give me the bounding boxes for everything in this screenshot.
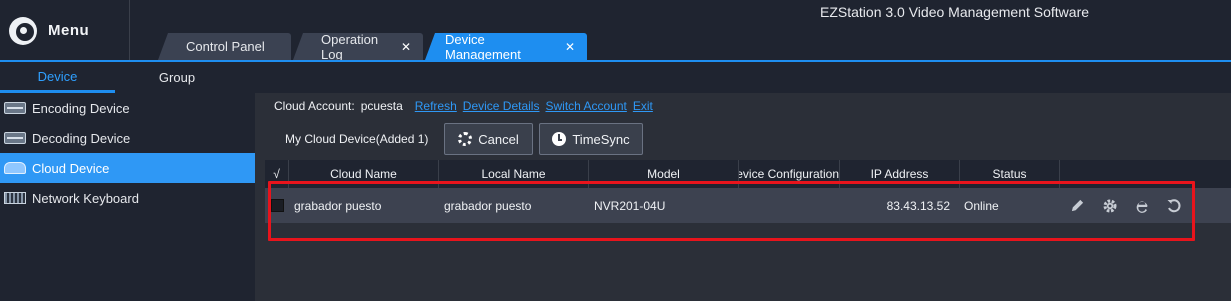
close-icon[interactable]: ✕ (565, 40, 575, 54)
switch-account-link[interactable]: Switch Account (545, 99, 626, 113)
tab-label: Control Panel (186, 39, 265, 54)
tab-group[interactable]: Group (118, 62, 236, 93)
refresh-link[interactable]: Refresh (415, 99, 457, 113)
tab-device-management[interactable]: Device Management ✕ (425, 33, 587, 60)
menu-button[interactable]: Menu (0, 0, 130, 61)
highlight-box (268, 181, 1195, 241)
timesync-button[interactable]: TimeSync (539, 123, 643, 155)
keyboard-icon (4, 192, 26, 204)
sidebar-item-label: Network Keyboard (32, 190, 139, 206)
clock-icon (552, 132, 567, 146)
close-icon[interactable]: ✕ (401, 40, 411, 54)
sidebar-item-encoding-device[interactable]: Encoding Device (0, 93, 255, 123)
timesync-button-label: TimeSync (572, 131, 630, 147)
title-bar: Menu EZStation 3.0 Video Management Soft… (0, 0, 1231, 62)
sidebar-item-label: Cloud Device (32, 160, 110, 176)
decoding-device-icon (4, 132, 26, 144)
cloud-account-bar: Cloud Account: pcuesta Refresh Device De… (274, 99, 653, 113)
app-title: EZStation 3.0 Video Management Software (820, 4, 1090, 20)
sidebar-item-label: Encoding Device (32, 100, 130, 116)
tab-label: Device Management (445, 31, 521, 62)
cloud-account-user: pcuesta (360, 99, 403, 113)
sidebar-item-cloud-device[interactable]: Cloud Device (0, 153, 255, 183)
device-count-label: My Cloud Device(Added 1) (285, 132, 429, 146)
cloud-device-icon (4, 162, 26, 174)
cloud-account-label: Cloud Account: (274, 99, 355, 113)
exit-link[interactable]: Exit (633, 99, 653, 113)
tab-label: Operation Log (321, 31, 379, 62)
tab-operation-log[interactable]: Operation Log ✕ (293, 33, 423, 60)
tab-device[interactable]: Device (0, 62, 115, 93)
sidebar-item-label: Decoding Device (32, 130, 131, 146)
gear-icon (458, 132, 473, 146)
cancel-button[interactable]: Cancel (444, 123, 533, 155)
toolbar: My Cloud Device(Added 1) Cancel TimeSync (265, 122, 1231, 157)
encoding-device-icon (4, 102, 26, 114)
sidebar-scrollbar[interactable] (255, 93, 264, 301)
left-tab-bar: Device Group (0, 62, 1231, 93)
sidebar: Encoding Device Decoding Device Cloud De… (0, 93, 264, 301)
app-logo-icon (9, 16, 37, 45)
sidebar-item-decoding-device[interactable]: Decoding Device (0, 123, 255, 153)
menu-label: Menu (48, 22, 90, 39)
sidebar-item-network-keyboard[interactable]: Network Keyboard (0, 183, 255, 213)
tab-control-panel[interactable]: Control Panel (158, 33, 291, 60)
cancel-button-label: Cancel (478, 131, 519, 147)
device-details-link[interactable]: Device Details (463, 99, 540, 113)
tab-bar: Control Panel Operation Log ✕ Device Man… (158, 33, 589, 61)
